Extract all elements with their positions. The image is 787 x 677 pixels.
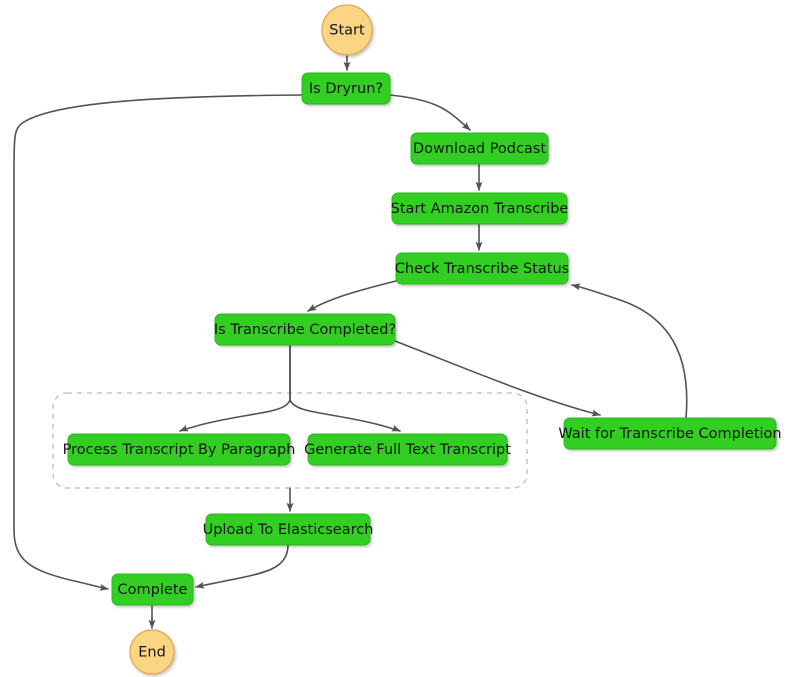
node-label-transcribe: Start Amazon Transcribe xyxy=(391,201,569,217)
node-complete[interactable]: Complete xyxy=(111,573,194,606)
edge-iscomplete-to-waitcomp xyxy=(394,340,601,417)
node-paragraph[interactable]: Process Transcript By Paragraph xyxy=(63,433,296,466)
node-group: Start Is Dryrun? Download Podcast Start Ama… xyxy=(63,4,782,675)
edge-upload-to-complete xyxy=(195,544,289,589)
node-start[interactable]: Start xyxy=(321,4,373,56)
node-fulltext[interactable]: Generate Full Text Transcript xyxy=(304,433,511,466)
flowchart-svg: Start Is Dryrun? Download Podcast Start Ama… xyxy=(13,4,782,675)
node-checkstat[interactable]: Check Transcribe Status xyxy=(395,252,569,285)
node-transcribe[interactable]: Start Amazon Transcribe xyxy=(391,192,569,225)
edge-iscomplete-to-fulltext xyxy=(289,344,401,432)
node-label-paragraph: Process Transcript By Paragraph xyxy=(63,442,296,458)
node-label-checkstat: Check Transcribe Status xyxy=(395,261,569,277)
node-end[interactable]: End xyxy=(129,629,175,675)
node-label-dryrun: Is Dryrun? xyxy=(309,81,383,97)
node-dryrun[interactable]: Is Dryrun? xyxy=(301,72,391,105)
edge-dryrun-to-download xyxy=(389,94,471,131)
edge-checkstat-to-iscomplete xyxy=(307,280,397,312)
node-label-download: Download Podcast xyxy=(413,141,546,157)
node-iscomplete[interactable]: Is Transcribe Completed? xyxy=(214,313,396,346)
edge-waitcomp-to-checkstat xyxy=(571,283,688,419)
node-label-upload: Upload To Elasticsearch xyxy=(203,522,374,538)
node-label-iscomplete: Is Transcribe Completed? xyxy=(214,322,396,338)
node-download[interactable]: Download Podcast xyxy=(410,132,549,165)
node-label-waitcomp: Wait for Transcribe Completion xyxy=(558,426,781,442)
node-label-end: End xyxy=(138,645,166,661)
node-waitcomp[interactable]: Wait for Transcribe Completion xyxy=(558,417,782,450)
flowchart-canvas: Start Is Dryrun? Download Podcast Start Ama… xyxy=(0,0,787,677)
node-label-start: Start xyxy=(329,23,365,39)
node-upload[interactable]: Upload To Elasticsearch xyxy=(203,513,374,546)
node-label-fulltext: Generate Full Text Transcript xyxy=(304,442,511,458)
edge-iscomplete-to-paragraph xyxy=(179,344,291,432)
node-label-complete: Complete xyxy=(118,582,188,598)
